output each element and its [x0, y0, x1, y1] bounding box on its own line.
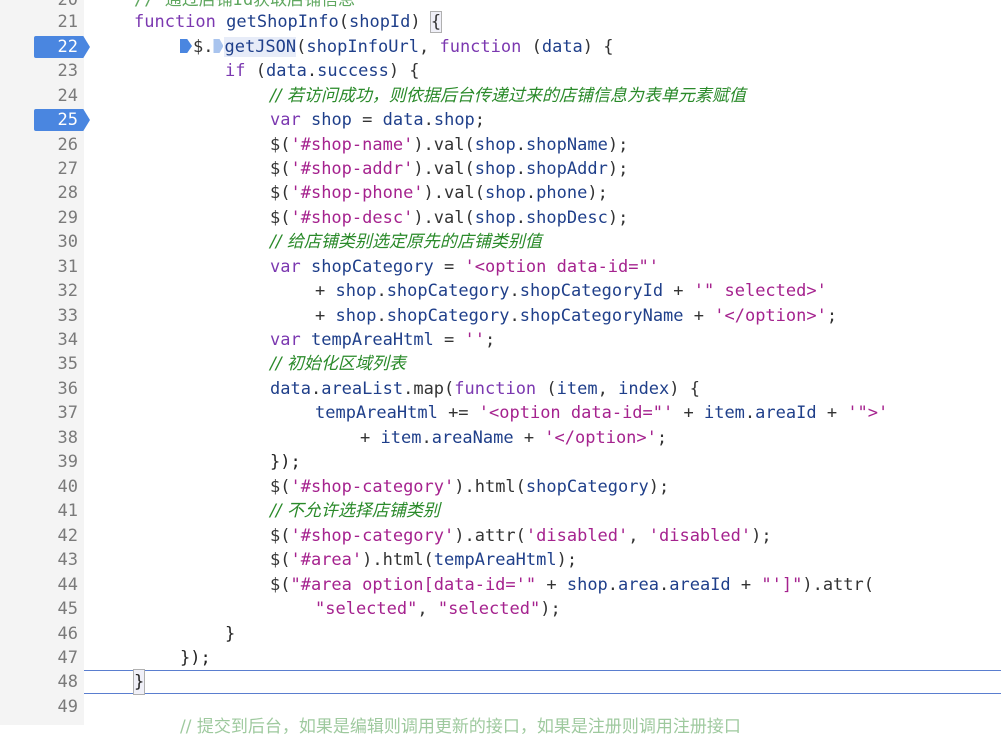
- code-line-33[interactable]: 33 + shop.shopCategory.shopCategoryName …: [0, 304, 1001, 328]
- code-line-43[interactable]: 43 $('#area').html(tempAreaHtml);: [0, 548, 1001, 572]
- code-text[interactable]: // 若访问成功，则依据后台传递过来的店铺信息为表单元素赋值: [270, 84, 746, 108]
- line-number[interactable]: 34: [0, 328, 78, 352]
- code-text[interactable]: }: [132, 669, 146, 695]
- code-line-31[interactable]: 31 var shopCategory = '<option data-id="…: [0, 255, 1001, 279]
- code-line-23[interactable]: 23 if (data.success) {: [0, 59, 1001, 83]
- code-text[interactable]: var tempAreaHtml = '';: [270, 328, 495, 352]
- line-number[interactable]: 30: [0, 230, 78, 254]
- line-number[interactable]: 22: [0, 35, 78, 59]
- code-line-21[interactable]: 21 function getShopInfo(shopId) {: [0, 10, 1001, 34]
- line-number[interactable]: 27: [0, 157, 78, 181]
- code-line-47[interactable]: 47 });: [0, 646, 1001, 670]
- code-text[interactable]: function getShopInfo(shopId) {: [134, 10, 443, 34]
- line-number[interactable]: 28: [0, 181, 78, 205]
- inline-breakpoint-icon[interactable]: [213, 39, 224, 53]
- code-text[interactable]: // 不允许选择店铺类别: [270, 499, 440, 523]
- code-line-35[interactable]: 35 // 初始化区域列表: [0, 352, 1001, 376]
- line-number[interactable]: 47: [0, 646, 78, 670]
- code-text[interactable]: tempAreaHtml += '<option data-id="' + it…: [315, 401, 888, 425]
- line-number[interactable]: 33: [0, 304, 78, 328]
- line-number[interactable]: 25: [0, 108, 78, 132]
- line-number[interactable]: 43: [0, 548, 78, 572]
- code-text[interactable]: "selected", "selected");: [315, 597, 561, 621]
- code-text[interactable]: // 提交到后台，如果是编辑则调用更新的接口，如果是注册则调用注册接口: [180, 715, 741, 739]
- code-text[interactable]: });: [180, 646, 211, 670]
- code-text[interactable]: + shop.shopCategory.shopCategoryName + '…: [315, 304, 837, 328]
- code-text[interactable]: $('#shop-name').val(shop.shopName);: [270, 133, 628, 157]
- code-line-29[interactable]: 29 $('#shop-desc').val(shop.shopDesc);: [0, 206, 1001, 230]
- line-number[interactable]: 37: [0, 401, 78, 425]
- code-line-36[interactable]: 36 data.areaList.map(function (item, ind…: [0, 377, 1001, 401]
- line-number[interactable]: 21: [0, 10, 78, 34]
- line-number[interactable]: 23: [0, 59, 78, 83]
- code-line-30[interactable]: 30 // 给店铺类别选定原先的店铺类别值: [0, 230, 1001, 254]
- code-text[interactable]: $('#shop-category').attr('disabled', 'di…: [270, 524, 772, 548]
- line-number[interactable]: 35: [0, 352, 78, 376]
- code-line-25[interactable]: 25 var shop = data.shop;: [0, 108, 1001, 132]
- code-line-50-partial[interactable]: // 提交到后台，如果是编辑则调用更新的接口，如果是注册则调用注册接口: [0, 715, 1001, 739]
- line-number[interactable]: 42: [0, 524, 78, 548]
- code-text[interactable]: + item.areaName + '</option>';: [360, 426, 667, 450]
- line-number[interactable]: 44: [0, 573, 78, 597]
- code-text[interactable]: $("#area option[data-id='" + shop.area.a…: [270, 573, 874, 597]
- code-line-34[interactable]: 34 var tempAreaHtml = '';: [0, 328, 1001, 352]
- code-line-37[interactable]: 37 tempAreaHtml += '<option data-id="' +…: [0, 401, 1001, 425]
- code-line-48[interactable]: 48 }: [0, 669, 1001, 695]
- line-number[interactable]: 26: [0, 133, 78, 157]
- code-line-39[interactable]: 39 });: [0, 450, 1001, 474]
- line-number[interactable]: 39: [0, 450, 78, 474]
- code-line-27[interactable]: 27 $('#shop-addr').val(shop.shopAddr);: [0, 157, 1001, 181]
- code-line-42[interactable]: 42 $('#shop-category').attr('disabled', …: [0, 524, 1001, 548]
- code-text[interactable]: var shopCategory = '<option data-id="': [270, 255, 659, 279]
- line-number[interactable]: 45: [0, 597, 78, 621]
- code-line-22[interactable]: 22 $. getJSON(shopInfoUrl, function (data…: [0, 35, 1001, 59]
- code-line-32[interactable]: 32 + shop.shopCategory.shopCategoryId + …: [0, 279, 1001, 303]
- code-text[interactable]: $('#shop-phone').val(shop.phone);: [270, 181, 608, 205]
- code-text[interactable]: // 给店铺类别选定原先的店铺类别值: [270, 230, 542, 254]
- code-text[interactable]: $('#shop-desc').val(shop.shopDesc);: [270, 206, 628, 230]
- code-text[interactable]: });: [270, 450, 301, 474]
- code-line-40[interactable]: 40 $('#shop-category').html(shopCategory…: [0, 475, 1001, 499]
- code-line-28[interactable]: 28 $('#shop-phone').val(shop.phone);: [0, 181, 1001, 205]
- line-number[interactable]: 31: [0, 255, 78, 279]
- code-line-46[interactable]: 46 }: [0, 622, 1001, 646]
- line-number[interactable]: 41: [0, 499, 78, 523]
- code-line-38[interactable]: 38 + item.areaName + '</option>';: [0, 426, 1001, 450]
- code-line-24[interactable]: 24 // 若访问成功，则依据后台传递过来的店铺信息为表单元素赋值: [0, 84, 1001, 108]
- code-text[interactable]: $. getJSON(shopInfoUrl, function (data) {: [180, 35, 614, 59]
- code-line-26[interactable]: 26 $('#shop-name').val(shop.shopName);: [0, 133, 1001, 157]
- line-number[interactable]: 24: [0, 84, 78, 108]
- line-number[interactable]: 38: [0, 426, 78, 450]
- code-text[interactable]: $('#shop-category').html(shopCategory);: [270, 475, 669, 499]
- line-number[interactable]: 40: [0, 475, 78, 499]
- line-number[interactable]: 29: [0, 206, 78, 230]
- line-number[interactable]: 32: [0, 279, 78, 303]
- execution-arrow-icon: [180, 39, 192, 53]
- code-line-44[interactable]: 44 $("#area option[data-id='" + shop.are…: [0, 573, 1001, 597]
- line-number[interactable]: 48: [0, 670, 78, 694]
- code-text[interactable]: $('#area').html(tempAreaHtml);: [270, 548, 577, 572]
- code-line-45[interactable]: 45 "selected", "selected");: [0, 597, 1001, 621]
- code-text[interactable]: var shop = data.shop;: [270, 108, 485, 132]
- code-text[interactable]: }: [225, 622, 235, 646]
- code-text[interactable]: $('#shop-addr').val(shop.shopAddr);: [270, 157, 628, 181]
- code-text[interactable]: data.areaList.map(function (item, index)…: [270, 377, 700, 401]
- code-line-41[interactable]: 41 // 不允许选择店铺类别: [0, 499, 1001, 523]
- line-number[interactable]: 36: [0, 377, 78, 401]
- code-editor[interactable]: 20 // 通过店铺Id获取店铺信息 21 function getShopIn…: [0, 0, 1001, 737]
- code-text[interactable]: // 初始化区域列表: [270, 352, 406, 376]
- code-text[interactable]: + shop.shopCategory.shopCategoryId + '" …: [315, 279, 827, 303]
- code-text[interactable]: if (data.success) {: [225, 59, 420, 83]
- line-number[interactable]: 46: [0, 622, 78, 646]
